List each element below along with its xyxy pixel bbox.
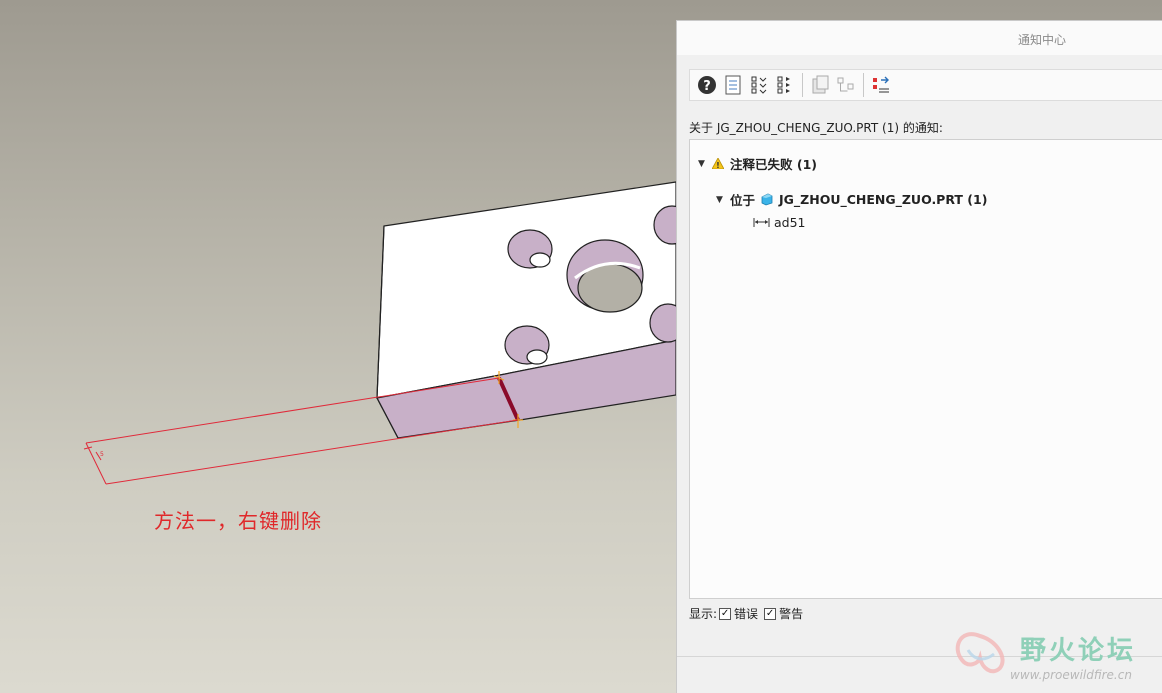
report-icon[interactable] — [722, 74, 744, 96]
annotation-item-label: ad51 — [774, 215, 806, 230]
warning-icon: ! — [712, 158, 724, 169]
expand-all-icon[interactable] — [748, 74, 770, 96]
svg-text:!: ! — [716, 161, 720, 169]
errors-label: 错误 — [734, 607, 759, 621]
svg-text:5: 5 — [100, 451, 104, 458]
tree-row-annotation-item[interactable]: ad51 — [753, 215, 806, 230]
help-icon[interactable]: ? — [696, 74, 718, 96]
toolbar-separator — [863, 73, 864, 97]
watermark-title: 野火论坛 — [1020, 636, 1137, 666]
toolbar-separator — [802, 73, 803, 97]
collapse-all-icon[interactable] — [774, 74, 796, 96]
warnings-label: 警告 — [779, 607, 804, 621]
forum-watermark: 野火论坛 www.proewildfire.cn — [950, 626, 1160, 688]
butterfly-logo-icon — [955, 632, 1005, 674]
failed-annotations-label: 注释已失败 (1) — [730, 157, 817, 172]
dialog-titlebar[interactable]: 通知中心 — [677, 21, 1162, 55]
dimension-icon — [753, 217, 770, 228]
location-prefix: 位于 — [730, 193, 756, 208]
part-icon — [760, 193, 773, 206]
warnings-checkbox[interactable]: ✓ — [764, 607, 777, 620]
about-notifications-label: 关于 JG_ZHOU_CHENG_ZUO.PRT (1) 的通知: — [689, 121, 943, 135]
watermark-url: www.proewildfire.cn — [1010, 668, 1132, 682]
display-label: 显示: — [689, 607, 718, 621]
tree-row-location[interactable]: ▼ 位于 JG_ZHOU_CHENG_ZUO.PRT (1) — [716, 190, 987, 209]
dialog-title: 通知中心 — [1018, 33, 1067, 47]
tree-row-failed-annotations[interactable]: ▼ ! 注释已失败 (1) — [698, 154, 817, 173]
svg-text:?: ? — [703, 79, 711, 94]
filter-icon[interactable] — [870, 74, 892, 96]
display-filter: 显示: ✓ 错误 ✓ 警告 — [689, 605, 803, 622]
errors-checkbox[interactable]: ✓ — [719, 607, 732, 620]
notification-tree[interactable]: ▼ ! 注释已失败 (1) ▼ 位于 JG_ZHOU_CHENG_ZUO.PRT… — [689, 139, 1162, 599]
notification-center-dialog: 通知中心 ? 关于 JG_ZHOU_CHENG_ZUO.PRT (1) 的通知:… — [676, 20, 1162, 693]
collapse-triangle-icon[interactable]: ▼ — [716, 195, 730, 205]
structure-icon[interactable] — [835, 74, 857, 96]
part-name-label: JG_ZHOU_CHENG_ZUO.PRT (1) — [779, 192, 988, 207]
copy-icon[interactable] — [809, 74, 831, 96]
annotation-text: 方法一，右键删除 — [154, 509, 322, 533]
dialog-toolbar: ? — [689, 69, 1162, 101]
collapse-triangle-icon[interactable]: ▼ — [698, 159, 712, 169]
